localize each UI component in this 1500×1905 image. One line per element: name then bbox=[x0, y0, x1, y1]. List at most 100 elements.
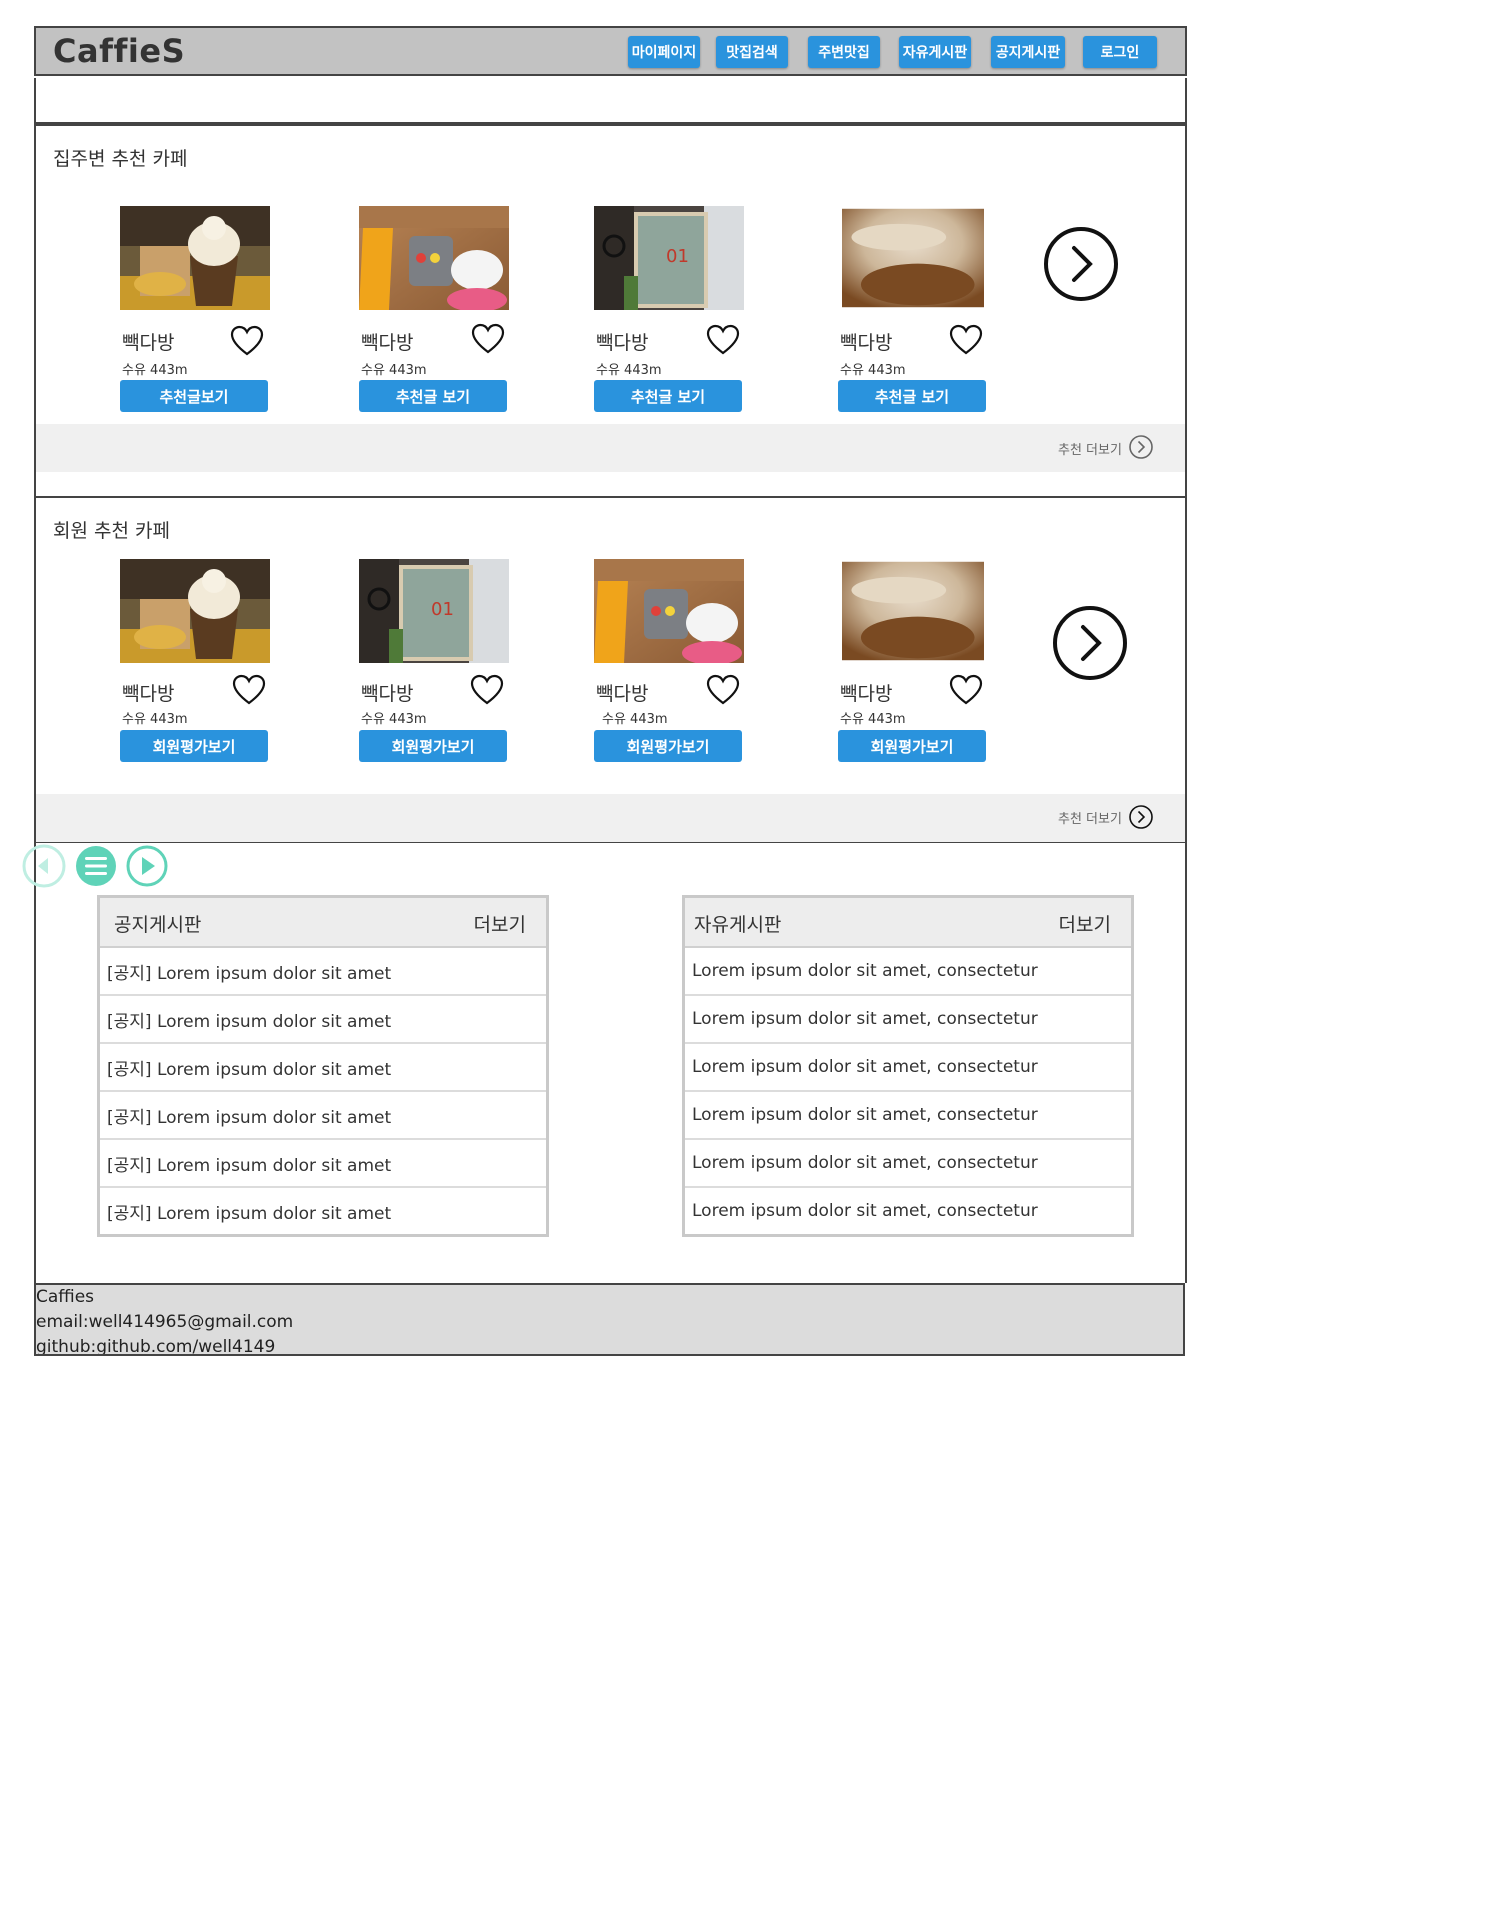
view-member-reviews-button[interactable]: 회원평가보기 bbox=[120, 730, 268, 762]
nav-search-button[interactable]: 맛집검색 bbox=[716, 36, 788, 68]
next-arrow-icon[interactable] bbox=[1051, 604, 1129, 682]
cafe-distance: 수유 443m bbox=[361, 712, 427, 727]
cafe-distance: 수유 443m bbox=[840, 712, 906, 727]
board-row[interactable]: Lorem ipsum dolor sit amet, consectetur bbox=[685, 1188, 1131, 1234]
cafe-card: 01 빽다방 수유 443m 추천글 보기 bbox=[594, 206, 744, 416]
juice-photo[interactable] bbox=[594, 559, 744, 663]
board-row[interactable]: [공지] Lorem ipsum dolor sit amet bbox=[100, 948, 546, 996]
more-link[interactable]: 추천 더보기 bbox=[1058, 439, 1122, 458]
section-title: 집주변 추천 카페 bbox=[53, 148, 188, 170]
site-header: CaffieS 마이페이지 맛집검색 주변맛집 자유게시판 공지게시판 로그인 bbox=[34, 26, 1187, 76]
notice-board: 공지게시판 더보기 [공지] Lorem ipsum dolor sit ame… bbox=[97, 895, 549, 1237]
board-row[interactable]: Lorem ipsum dolor sit amet, consectetur bbox=[685, 1044, 1131, 1092]
heart-icon[interactable] bbox=[706, 324, 740, 356]
section-gap bbox=[34, 470, 1187, 496]
board-title: 자유게시판 bbox=[694, 914, 782, 936]
heart-icon[interactable] bbox=[949, 324, 983, 356]
coffee-foam-photo[interactable] bbox=[842, 206, 984, 310]
cafe-name: 빽다방 bbox=[361, 332, 414, 354]
heart-icon[interactable] bbox=[706, 674, 740, 706]
cafe-distance: 수유 443m bbox=[361, 363, 427, 378]
cafe-distance: 수유 443m bbox=[122, 363, 188, 378]
heart-icon[interactable] bbox=[230, 325, 264, 357]
icecream-photo[interactable] bbox=[120, 559, 270, 663]
icecream-photo[interactable] bbox=[120, 206, 270, 310]
view-recommendation-button[interactable]: 추천글 보기 bbox=[359, 380, 507, 412]
heart-icon[interactable] bbox=[232, 674, 266, 706]
board-row[interactable]: [공지] Lorem ipsum dolor sit amet bbox=[100, 1044, 546, 1092]
board-more-link[interactable]: 더보기 bbox=[474, 910, 526, 937]
site-logo[interactable]: CaffieS bbox=[53, 32, 185, 70]
juice-photo[interactable] bbox=[359, 206, 509, 310]
cafe-distance: 수유 443m bbox=[122, 712, 188, 727]
board-row[interactable]: [공지] Lorem ipsum dolor sit amet bbox=[100, 1092, 546, 1140]
free-board: 자유게시판 더보기 Lorem ipsum dolor sit amet, co… bbox=[682, 895, 1134, 1237]
cafe-distance: 수유 443m bbox=[840, 363, 906, 378]
view-recommendation-button[interactable]: 추천글보기 bbox=[120, 380, 268, 412]
nav-notice-board-button[interactable]: 공지게시판 bbox=[991, 36, 1065, 68]
footer-email[interactable]: email:well414965@gmail.com bbox=[36, 1310, 1183, 1335]
board-more-link[interactable]: 더보기 bbox=[1059, 910, 1111, 937]
cafe-card: 빽다방 수유 443m 회원평가보기 bbox=[838, 559, 988, 769]
nav-login-button[interactable]: 로그인 bbox=[1083, 36, 1157, 68]
cafe-door-photo[interactable]: 01 bbox=[359, 559, 509, 663]
cafe-distance: 수유 443m bbox=[596, 363, 662, 378]
member-cafes-section: 회원 추천 카페 빽다방 수유 443m 회원평가보기 01 빽다방 수유 44… bbox=[34, 496, 1187, 843]
heart-icon[interactable] bbox=[470, 674, 504, 706]
board-header: 자유게시판 더보기 bbox=[685, 898, 1131, 948]
cafe-name: 빽다방 bbox=[122, 332, 175, 354]
svg-text:01: 01 bbox=[431, 599, 454, 620]
footer-company: Caffies bbox=[36, 1287, 95, 1307]
previous-icon[interactable] bbox=[22, 844, 66, 888]
board-header: 공지게시판 더보기 bbox=[100, 898, 546, 948]
section-title: 회원 추천 카페 bbox=[53, 520, 170, 542]
chevron-right-circle-icon[interactable] bbox=[1128, 804, 1154, 830]
view-recommendation-button[interactable]: 추천글 보기 bbox=[838, 380, 986, 412]
board-row[interactable]: [공지] Lorem ipsum dolor sit amet bbox=[100, 1140, 546, 1188]
nav-nearby-button[interactable]: 주변맛집 bbox=[808, 36, 880, 68]
cafe-card: 빽다방 수유 443m 추천글 보기 bbox=[838, 206, 988, 416]
cafe-card: 빽다방 수유 443m 추천글보기 bbox=[120, 206, 270, 416]
board-row[interactable]: [공지] Lorem ipsum dolor sit amet bbox=[100, 996, 546, 1044]
play-icon[interactable] bbox=[125, 844, 169, 888]
site-footer: Caffies email:well414965@gmail.com githu… bbox=[34, 1283, 1185, 1356]
menu-icon[interactable] bbox=[74, 844, 118, 888]
next-arrow-icon[interactable] bbox=[1042, 225, 1120, 303]
board-row[interactable]: Lorem ipsum dolor sit amet, consectetur bbox=[685, 948, 1131, 996]
board-row[interactable]: Lorem ipsum dolor sit amet, consectetur bbox=[685, 1140, 1131, 1188]
board-row[interactable]: Lorem ipsum dolor sit amet, consectetur bbox=[685, 996, 1131, 1044]
nav-mypage-button[interactable]: 마이페이지 bbox=[628, 36, 700, 68]
nearby-cafes-section: 집주변 추천 카페 빽다방 수유 443m 추천글보기 빽다방 수유 443m … bbox=[34, 124, 1187, 472]
cafe-card: 빽다방 수유 443m 회원평가보기 bbox=[120, 559, 270, 769]
board-row[interactable]: Lorem ipsum dolor sit amet, consectetur bbox=[685, 1092, 1131, 1140]
cafe-name: 빽다방 bbox=[596, 332, 649, 354]
chevron-right-circle-icon[interactable] bbox=[1128, 434, 1154, 460]
cafe-name: 빽다방 bbox=[840, 683, 893, 705]
view-member-reviews-button[interactable]: 회원평가보기 bbox=[838, 730, 986, 762]
cafe-name: 빽다방 bbox=[361, 683, 414, 705]
view-member-reviews-button[interactable]: 회원평가보기 bbox=[594, 730, 742, 762]
svg-text:01: 01 bbox=[666, 246, 689, 267]
footer-github[interactable]: github:github.com/well4149 bbox=[36, 1335, 1183, 1354]
heart-icon[interactable] bbox=[471, 323, 505, 355]
more-bar: 추천 더보기 bbox=[36, 794, 1185, 842]
cafe-card: 01 빽다방 수유 443m 회원평가보기 bbox=[359, 559, 509, 769]
coffee-foam-photo[interactable] bbox=[842, 559, 984, 663]
board-row[interactable]: [공지] Lorem ipsum dolor sit amet bbox=[100, 1188, 546, 1234]
cafe-distance: 수유 443m bbox=[602, 712, 668, 727]
cafe-name: 빽다방 bbox=[840, 332, 893, 354]
more-bar: 추천 더보기 bbox=[36, 424, 1185, 472]
cafe-name: 빽다방 bbox=[596, 683, 649, 705]
boards-area: 공지게시판 더보기 [공지] Lorem ipsum dolor sit ame… bbox=[22, 841, 1187, 1283]
nav-free-board-button[interactable]: 자유게시판 bbox=[899, 36, 971, 68]
empty-banner-strip bbox=[34, 78, 1187, 124]
cafe-card: 빽다방 수유 443m 추천글 보기 bbox=[359, 206, 509, 416]
view-member-reviews-button[interactable]: 회원평가보기 bbox=[359, 730, 507, 762]
more-link[interactable]: 추천 더보기 bbox=[1058, 808, 1122, 827]
cafe-name: 빽다방 bbox=[122, 683, 175, 705]
cafe-door-photo[interactable]: 01 bbox=[594, 206, 744, 310]
view-recommendation-button[interactable]: 추천글 보기 bbox=[594, 380, 742, 412]
board-title: 공지게시판 bbox=[114, 914, 202, 936]
heart-icon[interactable] bbox=[949, 674, 983, 706]
cafe-card: 빽다방 수유 443m 회원평가보기 bbox=[594, 559, 744, 769]
